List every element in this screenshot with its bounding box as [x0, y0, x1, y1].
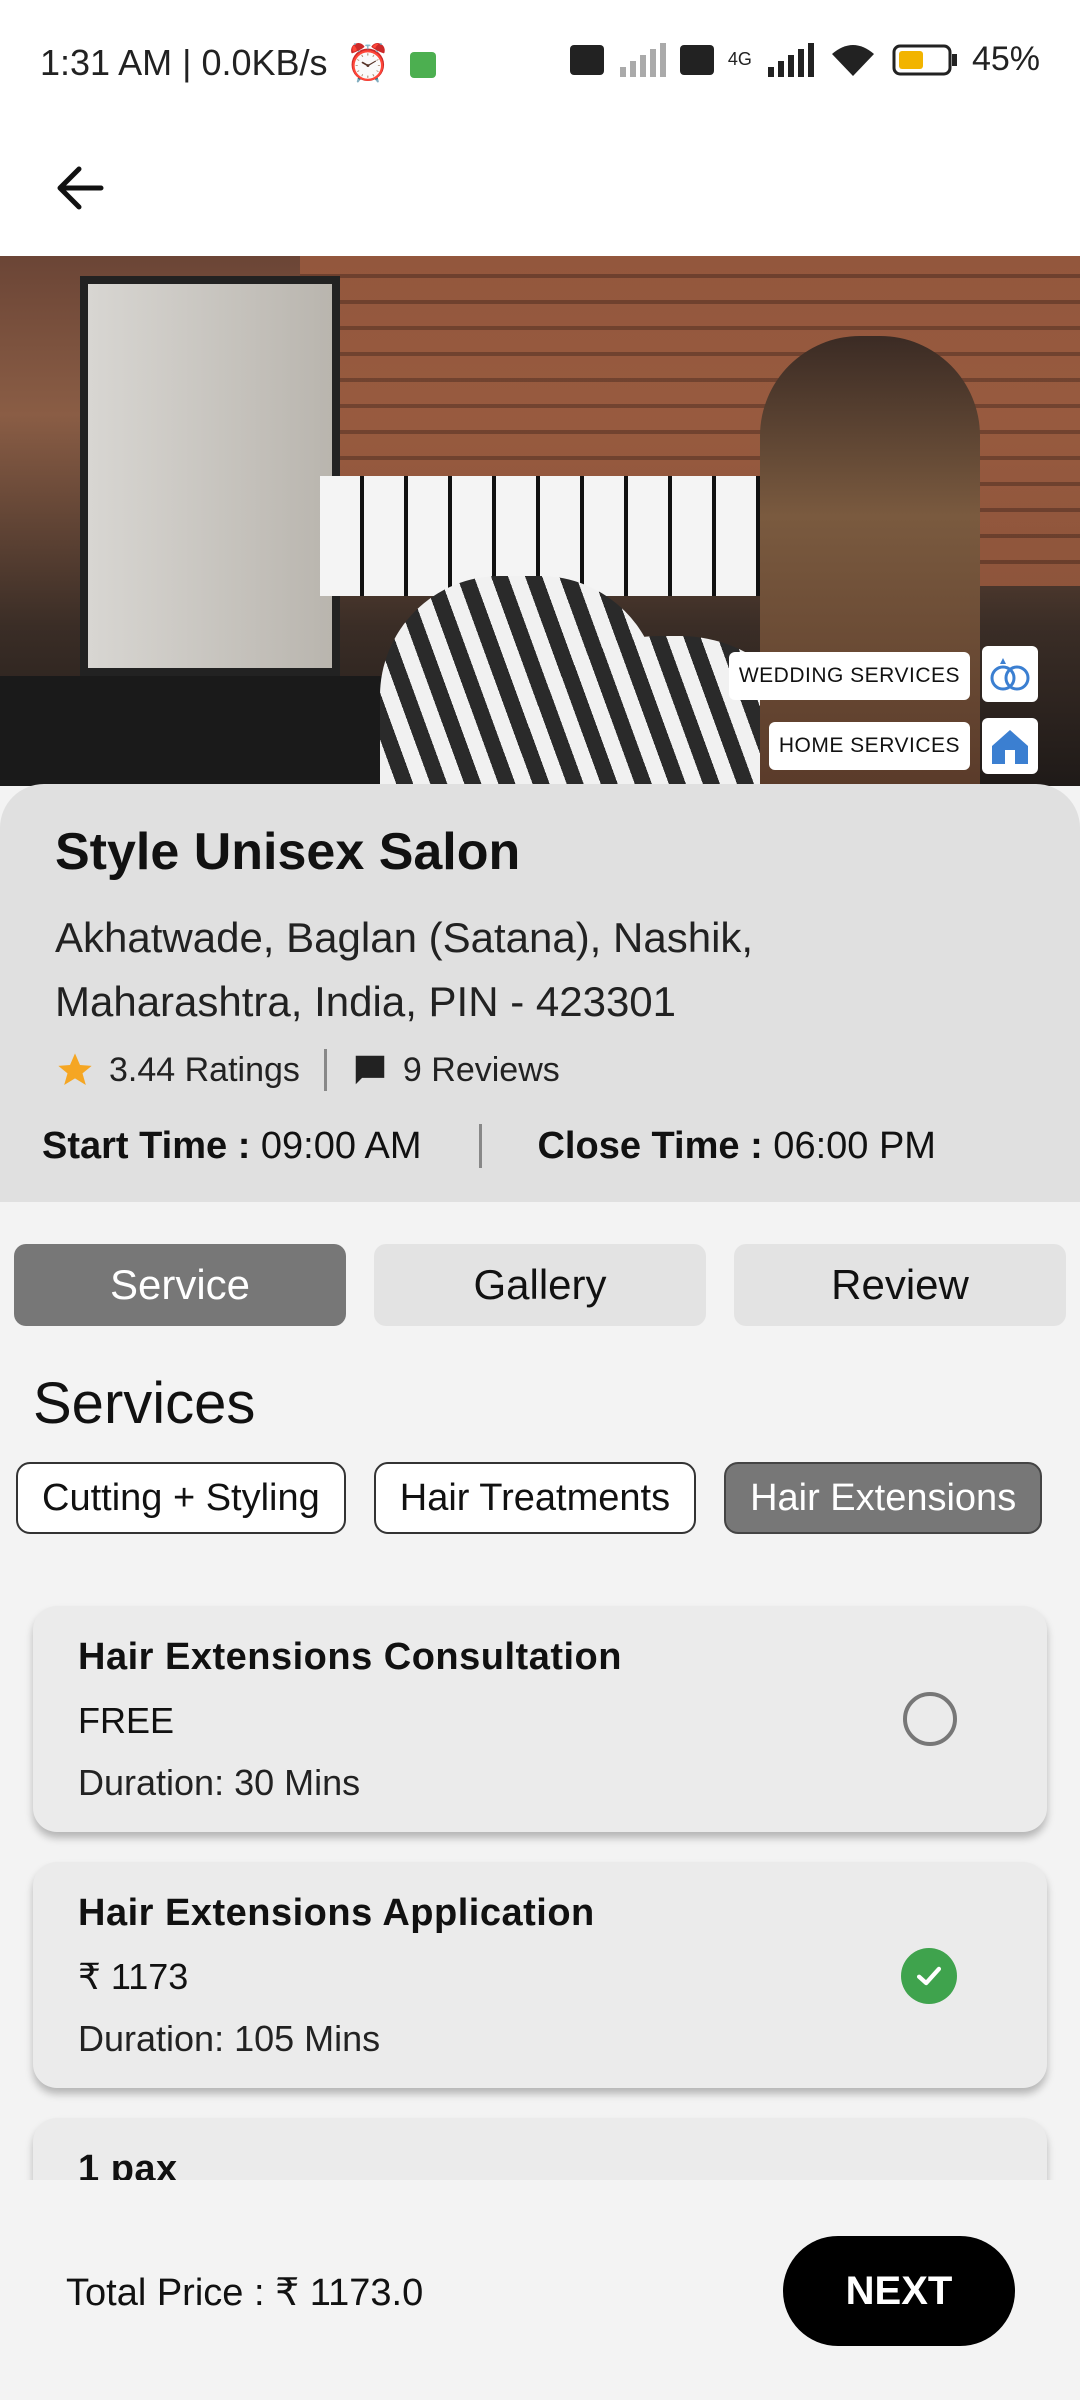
next-button[interactable]: NEXT: [783, 2236, 1015, 2346]
start-time-label: Start Time :: [42, 1124, 251, 1167]
home-services-tag: HOME SERVICES: [768, 722, 970, 770]
service-duration: Duration: 105 Mins: [78, 2018, 381, 2059]
check-icon[interactable]: [901, 1948, 957, 2004]
star-icon: [58, 1053, 92, 1085]
network-type: 4G: [727, 49, 752, 69]
start-time-value: 09:00 AM: [250, 1124, 422, 1167]
signal-icon: [619, 42, 666, 77]
battery-level: 45%: [971, 40, 1040, 78]
section-tabs: Service Gallery Review: [14, 1244, 1066, 1326]
arrow-left-icon: [57, 166, 104, 210]
service-card-application[interactable]: Hair Extensions Application ₹ 1173 Durat…: [33, 1862, 1047, 2088]
rings-icon: [982, 646, 1038, 702]
ratings-text: 3.44 Ratings: [109, 1050, 300, 1089]
select-radio[interactable]: [903, 1692, 957, 1746]
service-price: FREE: [78, 1700, 175, 1741]
salon-hero-image: WEDDING SERVICES HOME SERVICES: [0, 256, 1080, 786]
battery-icon: [892, 44, 957, 75]
tab-gallery[interactable]: Gallery: [374, 1244, 706, 1326]
service-card-consultation[interactable]: Hair Extensions Consultation FREE Durati…: [33, 1606, 1047, 1832]
status-time: 1:31 AM | 0.0KB/s ⏰: [40, 42, 437, 84]
hours-row: Start Time : 09:00 AM Close Time : 06:00…: [42, 1124, 1042, 1168]
close-time-label: Close Time :: [537, 1124, 763, 1167]
service-list: Hair Extensions Consultation FREE Durati…: [0, 1600, 1080, 2180]
wifi-icon: [831, 44, 874, 76]
rating-row: 3.44 Ratings 9 Reviews: [55, 1049, 560, 1091]
comment-icon: [355, 1055, 385, 1085]
wedding-services-tag: WEDDING SERVICES: [728, 652, 970, 700]
notification-icon: [410, 52, 437, 79]
status-icons: 4G 45%: [569, 40, 1040, 79]
service-price: ₹ 1173: [78, 1956, 189, 1997]
chip-cutting-styling[interactable]: Cutting + Styling: [16, 1462, 346, 1534]
barber-figure: [760, 336, 980, 786]
status-bar: 1:31 AM | 0.0KB/s ⏰ 4G 45%: [0, 0, 1080, 128]
salon-name: Style Unisex Salon: [55, 823, 521, 881]
service-title: Hair Extensions Consultation: [78, 1636, 622, 1678]
volte-icon-2: [679, 44, 714, 75]
chip-hair-treatments[interactable]: Hair Treatments: [373, 1462, 697, 1534]
volte-icon: [569, 44, 604, 75]
service-duration: Duration: 30 Mins: [78, 1762, 361, 1803]
service-title: 1 pax: [78, 2148, 178, 2180]
status-time-text: 1:31 AM | 0.0KB/s: [40, 42, 328, 83]
service-card-pax[interactable]: 1 pax: [33, 2118, 1047, 2180]
category-chips: Cutting + Styling Hair Treatments Hair E…: [16, 1462, 1043, 1534]
home-icon: [982, 718, 1038, 774]
salon-address: Akhatwade, Baglan (Satana), Nashik, Maha…: [55, 914, 754, 1025]
service-title: Hair Extensions Application: [78, 1892, 595, 1934]
rating-divider: [323, 1049, 327, 1091]
alarm-icon: ⏰: [345, 42, 391, 83]
home-services-label: HOME SERVICES: [778, 734, 960, 757]
tab-review[interactable]: Review: [734, 1244, 1066, 1326]
wedding-services-label: WEDDING SERVICES: [738, 664, 960, 687]
tab-service[interactable]: Service: [14, 1244, 346, 1326]
app-bar: [0, 128, 1080, 256]
mirror: [80, 276, 340, 676]
total-price: Total Price : ₹ 1173.0: [66, 2272, 424, 2314]
signal-icon-2: [767, 42, 814, 77]
salon-info-card: Style Unisex Salon Akhatwade, Baglan (Sa…: [0, 784, 1080, 1202]
bottom-bar: Total Price : ₹ 1173.0 NEXT: [0, 2180, 1080, 2400]
chip-hair-extensions[interactable]: Hair Extensions: [724, 1462, 1043, 1534]
hours-divider: [479, 1124, 483, 1168]
close-time-value: 06:00 PM: [762, 1124, 936, 1167]
counter: [0, 676, 420, 786]
reviews-link[interactable]: 9 Reviews: [403, 1051, 560, 1090]
back-button[interactable]: [40, 148, 120, 228]
services-heading: Services: [33, 1371, 256, 1436]
